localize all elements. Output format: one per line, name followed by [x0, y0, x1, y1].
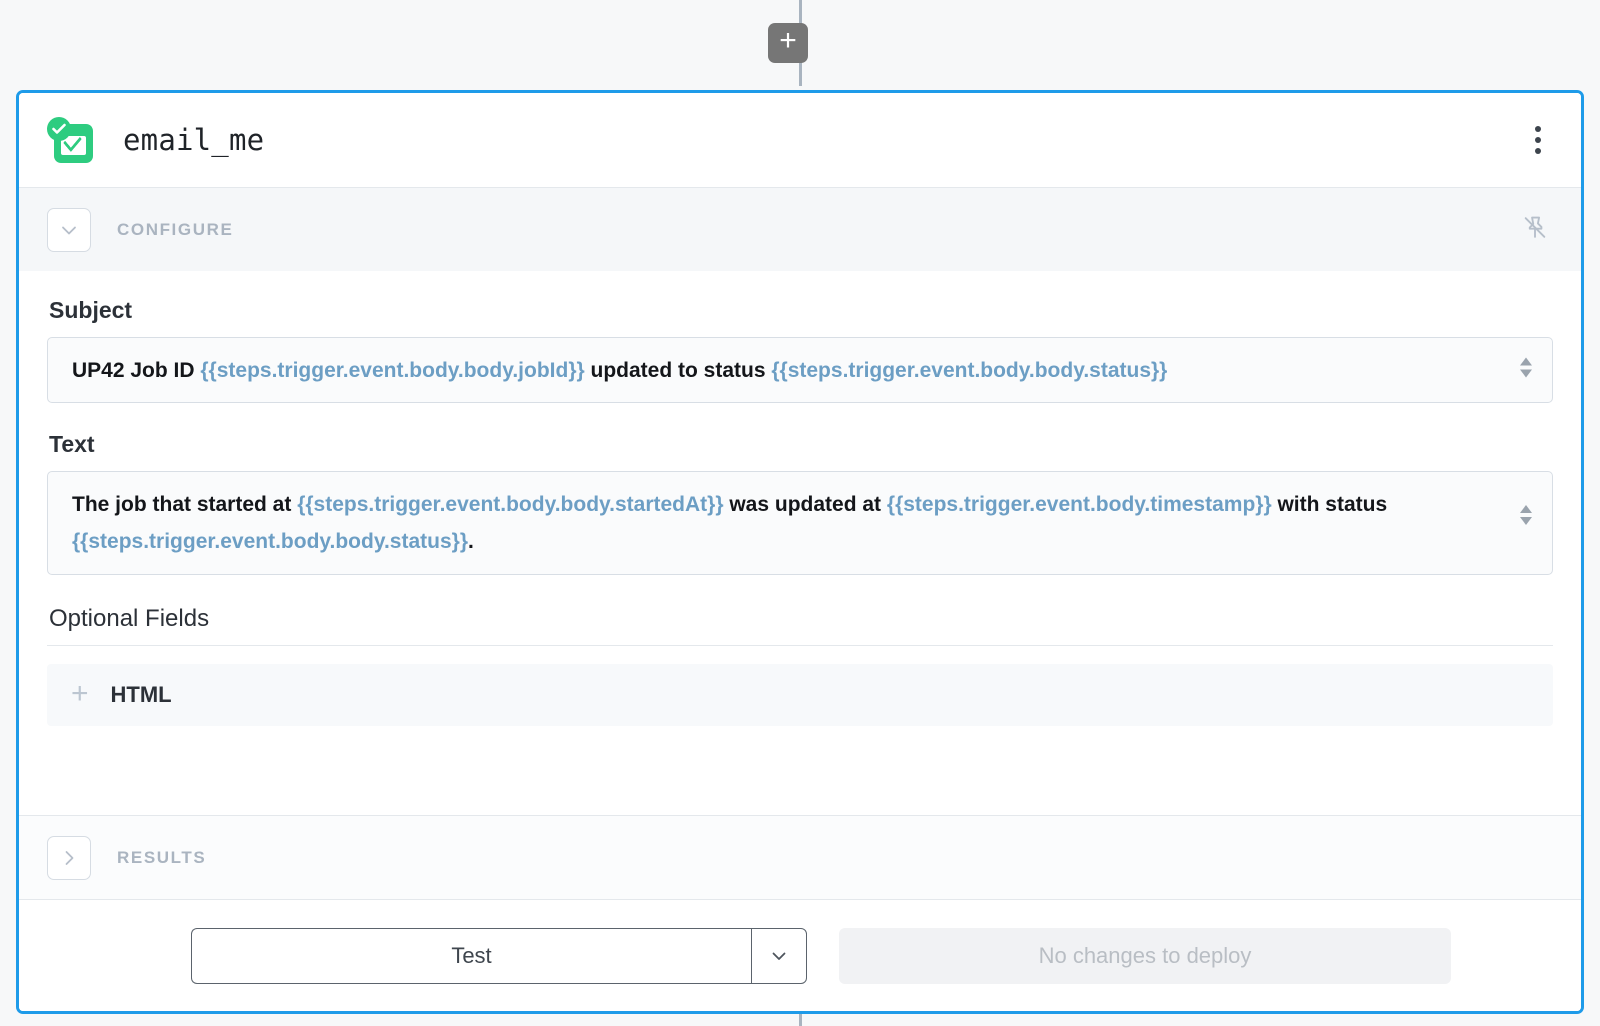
email-check-icon [47, 117, 93, 163]
workflow-connector-line-bottom [799, 1014, 802, 1026]
kebab-dot [1535, 148, 1541, 154]
results-section-bar: RESULTS [19, 815, 1581, 899]
static-text: UP42 Job ID [72, 358, 201, 382]
pin-off-icon[interactable] [1521, 213, 1549, 246]
optional-field-row-html[interactable]: + HTML [47, 664, 1553, 726]
template-token: {{steps.trigger.event.body.body.startedA… [297, 493, 724, 516]
test-options-button[interactable] [751, 927, 807, 984]
chevron-down-icon [772, 952, 786, 960]
page-title: email_me [123, 123, 265, 157]
text-input[interactable]: The job that started at {{steps.trigger.… [47, 471, 1553, 575]
add-step-button[interactable]: + [768, 23, 808, 63]
expand-collapse-icon[interactable] [1518, 502, 1534, 533]
template-token: {{steps.trigger.event.body.body.jobId}} [200, 358, 585, 382]
step-card-footer: Test No changes to deploy [19, 899, 1581, 1011]
test-button[interactable]: Test [191, 927, 751, 984]
test-button-group: Test [191, 927, 807, 984]
step-card-email-me: email_me CONFIGURE Subject UP42 Job ID {… [16, 90, 1584, 1014]
configure-collapse-toggle[interactable] [47, 207, 91, 252]
deploy-button: No changes to deploy [839, 927, 1451, 984]
text-input-value: The job that started at {{steps.trigger.… [48, 486, 1552, 560]
optional-fields-title: Optional Fields [47, 603, 1553, 646]
text-field-label: Text [49, 431, 95, 457]
subject-input-value: UP42 Job ID {{steps.trigger.event.body.b… [48, 352, 1219, 389]
configure-body: Subject UP42 Job ID {{steps.trigger.even… [19, 271, 1581, 815]
subject-input[interactable]: UP42 Job ID {{steps.trigger.event.body.b… [47, 337, 1553, 403]
expand-collapse-icon[interactable] [1518, 355, 1534, 386]
results-expand-toggle[interactable] [47, 835, 91, 880]
static-text: . [468, 530, 474, 553]
chevron-down-icon [62, 226, 76, 234]
kebab-dot [1535, 137, 1541, 143]
step-card-header: email_me [19, 93, 1581, 187]
plus-icon: + [71, 676, 89, 710]
static-text: was updated at [723, 493, 887, 516]
check-circle-icon [47, 117, 71, 141]
configure-section-bar: CONFIGURE [19, 187, 1581, 271]
kebab-dot [1535, 126, 1541, 132]
template-token: {{steps.trigger.event.body.timestamp}} [886, 493, 1272, 516]
optional-field-label: HTML [110, 682, 172, 707]
plus-icon: + [779, 24, 797, 57]
kebab-menu-icon[interactable] [1521, 120, 1555, 160]
template-token: {{steps.trigger.event.body.body.status}} [72, 530, 468, 553]
subject-field-label: Subject [49, 297, 133, 323]
results-section-label: RESULTS [117, 847, 207, 867]
static-text: The job that started at [72, 493, 298, 516]
template-token: {{steps.trigger.event.body.body.status}} [771, 358, 1168, 382]
configure-section-label: CONFIGURE [117, 219, 234, 239]
static-text: updated to status [584, 358, 772, 382]
static-text: with status [1271, 493, 1388, 516]
chevron-right-icon [65, 850, 74, 865]
